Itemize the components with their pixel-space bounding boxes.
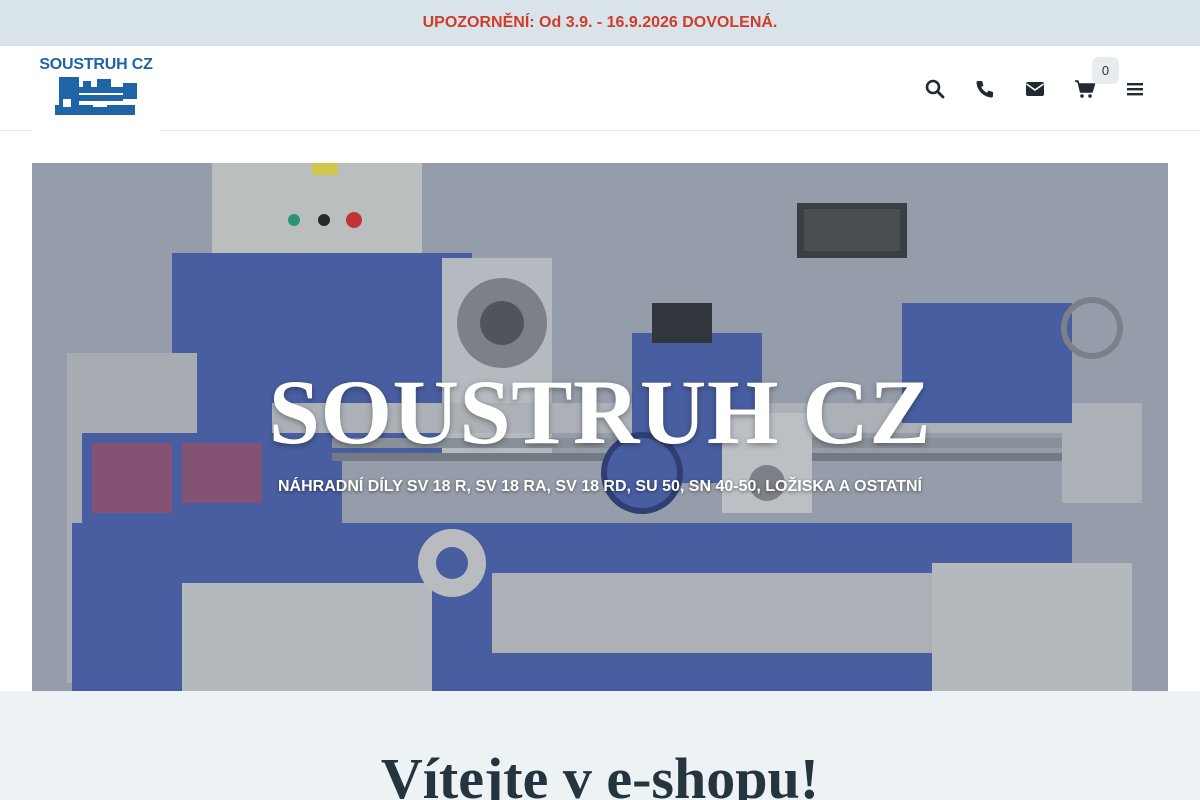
search-icon[interactable] (910, 69, 960, 109)
header-icons: 0 (910, 46, 1160, 131)
logo-text: SOUSTRUH CZ (39, 56, 153, 73)
hero-subtitle: NÁHRADNÍ DÍLY SV 18 R, SV 18 RA, SV 18 R… (277, 478, 922, 495)
notice-text: UPOZORNĚNÍ: Od 3.9. - 16.9.2026 DOVOLENÁ… (422, 14, 778, 31)
site-header: SOUSTRUH CZ 0 (0, 46, 1200, 136)
phone-icon[interactable] (960, 69, 1010, 109)
cart-button[interactable]: 0 (1060, 56, 1119, 109)
site-logo[interactable]: SOUSTRUH CZ (32, 46, 160, 136)
welcome-section: Vítejte v e-shopu! (0, 691, 1200, 800)
menu-icon[interactable] (1110, 69, 1160, 109)
lathe-icon (55, 77, 137, 115)
envelope-icon[interactable] (1010, 69, 1060, 109)
welcome-title: Vítejte v e-shopu! (380, 746, 820, 800)
notice-bar: UPOZORNĚNÍ: Od 3.9. - 16.9.2026 DOVOLENÁ… (0, 0, 1200, 46)
hero-title: SOUSTRUH CZ (268, 361, 932, 463)
hero-banner: SOUSTRUH CZ NÁHRADNÍ DÍLY SV 18 R, SV 18… (32, 163, 1168, 691)
